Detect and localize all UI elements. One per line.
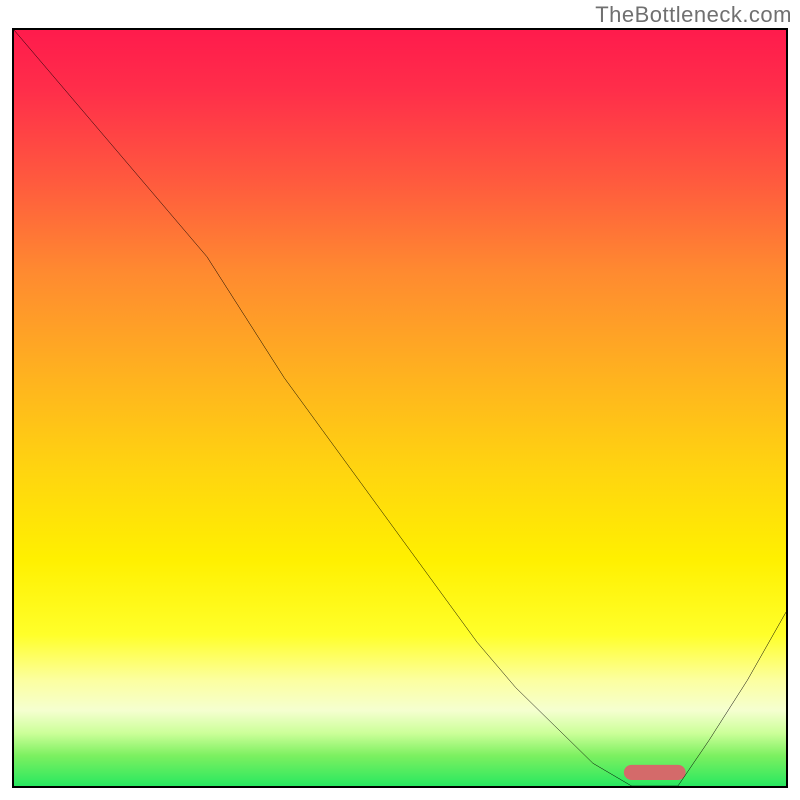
chart-container: TheBottleneck.com bbox=[0, 0, 800, 800]
chart-svg bbox=[14, 30, 786, 786]
plot-area bbox=[12, 28, 788, 788]
watermark-text: TheBottleneck.com bbox=[595, 2, 792, 28]
optimal-marker bbox=[624, 765, 686, 780]
bottleneck-curve bbox=[14, 30, 786, 786]
